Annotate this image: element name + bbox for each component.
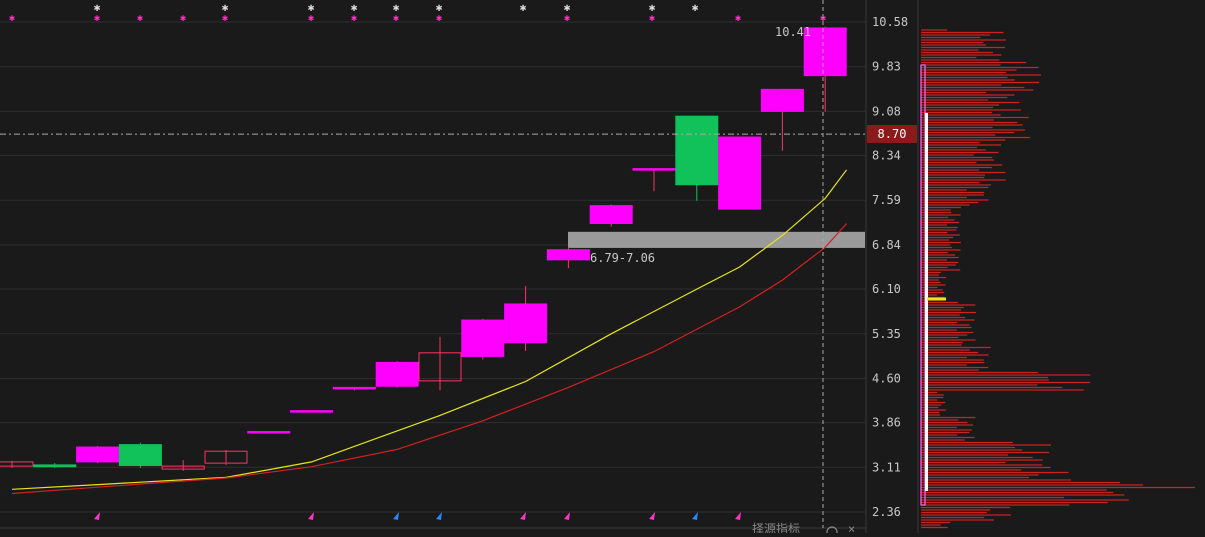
candle-body bbox=[247, 431, 291, 434]
price-tick-label: 6.10 bbox=[872, 282, 901, 296]
zone-label: 6.79-7.06 bbox=[590, 251, 655, 265]
chart-stage: ✱ ✱ ✱ ✱ ✱ ✱ ✱ ✱ ✱ ✱ ✱ ✱ ✱ ✱ ✱ ✱ ✱ ✱ ✱ ✱ ✱ ✱ ✱ 10.58 9.83 9.08 8.3… bbox=[0, 0, 1205, 537]
candle-body bbox=[718, 136, 762, 210]
price-zone bbox=[568, 231, 865, 248]
candle-body bbox=[290, 410, 334, 413]
current-price-label: 8.70 bbox=[878, 127, 907, 141]
candle-body bbox=[461, 319, 505, 357]
asterisk-marker-icon: ✱ bbox=[9, 13, 15, 24]
volume-profile-value-area bbox=[925, 113, 928, 491]
asterisk-marker-icon: ✱ bbox=[222, 13, 228, 24]
price-tick-label: 3.11 bbox=[872, 460, 901, 474]
asterisk-marker-icon: ✱ bbox=[180, 13, 186, 24]
candle-body bbox=[375, 361, 419, 387]
support-zone-bar bbox=[568, 231, 865, 248]
asterisk-marker-icon: ✱ bbox=[564, 13, 570, 24]
price-tick-label: 6.84 bbox=[872, 238, 901, 252]
asterisk-marker-icon: ✱ bbox=[436, 13, 442, 24]
price-tick-label: 7.59 bbox=[872, 193, 901, 207]
bottom-status-text: 择源指标 bbox=[752, 521, 800, 533]
candle-body bbox=[76, 446, 120, 463]
high-price-label: 10.41 bbox=[775, 25, 811, 39]
asterisk-marker-icon: ✱ bbox=[692, 1, 699, 14]
price-tick-label: 10.58 bbox=[872, 15, 908, 29]
asterisk-marker-icon: ✱ bbox=[649, 13, 655, 24]
candle-body bbox=[760, 88, 804, 112]
asterisk-marker-icon: ✱ bbox=[137, 13, 143, 24]
close-icon[interactable]: × bbox=[848, 522, 855, 536]
candle-body bbox=[589, 205, 633, 224]
candle-body bbox=[33, 464, 77, 468]
candle-body bbox=[675, 115, 719, 186]
candle-body bbox=[332, 386, 376, 390]
candle-body bbox=[118, 444, 162, 467]
candle-body bbox=[546, 249, 590, 261]
asterisk-marker-icon: ✱ bbox=[735, 13, 741, 24]
asterisk-marker-icon: ✱ bbox=[308, 13, 314, 24]
asterisk-marker-icon: ✱ bbox=[393, 13, 399, 24]
price-tick-label: 5.35 bbox=[872, 327, 901, 341]
price-tick-label: 3.86 bbox=[872, 416, 901, 430]
price-tick-label: 9.83 bbox=[872, 60, 901, 74]
price-tick-label: 2.36 bbox=[872, 505, 901, 519]
asterisk-marker-icon: ✱ bbox=[351, 13, 357, 24]
asterisk-marker-icon: ✱ bbox=[520, 1, 527, 14]
price-tick-label: 4.60 bbox=[872, 371, 901, 385]
candle-body bbox=[632, 168, 676, 171]
price-tick-label: 8.34 bbox=[872, 149, 901, 163]
candle-body bbox=[504, 303, 548, 344]
candlestick-chart[interactable]: ✱ ✱ ✱ ✱ ✱ ✱ ✱ ✱ ✱ ✱✱ ✱ ✱ ✱ ✱ ✱ ✱ ✱ ✱ ✱ ✱ ✱ ✱ 10.589.839.088.3… bbox=[0, 0, 1205, 537]
asterisk-marker-icon: ✱ bbox=[94, 13, 100, 24]
price-tick-label: 9.08 bbox=[872, 104, 901, 118]
